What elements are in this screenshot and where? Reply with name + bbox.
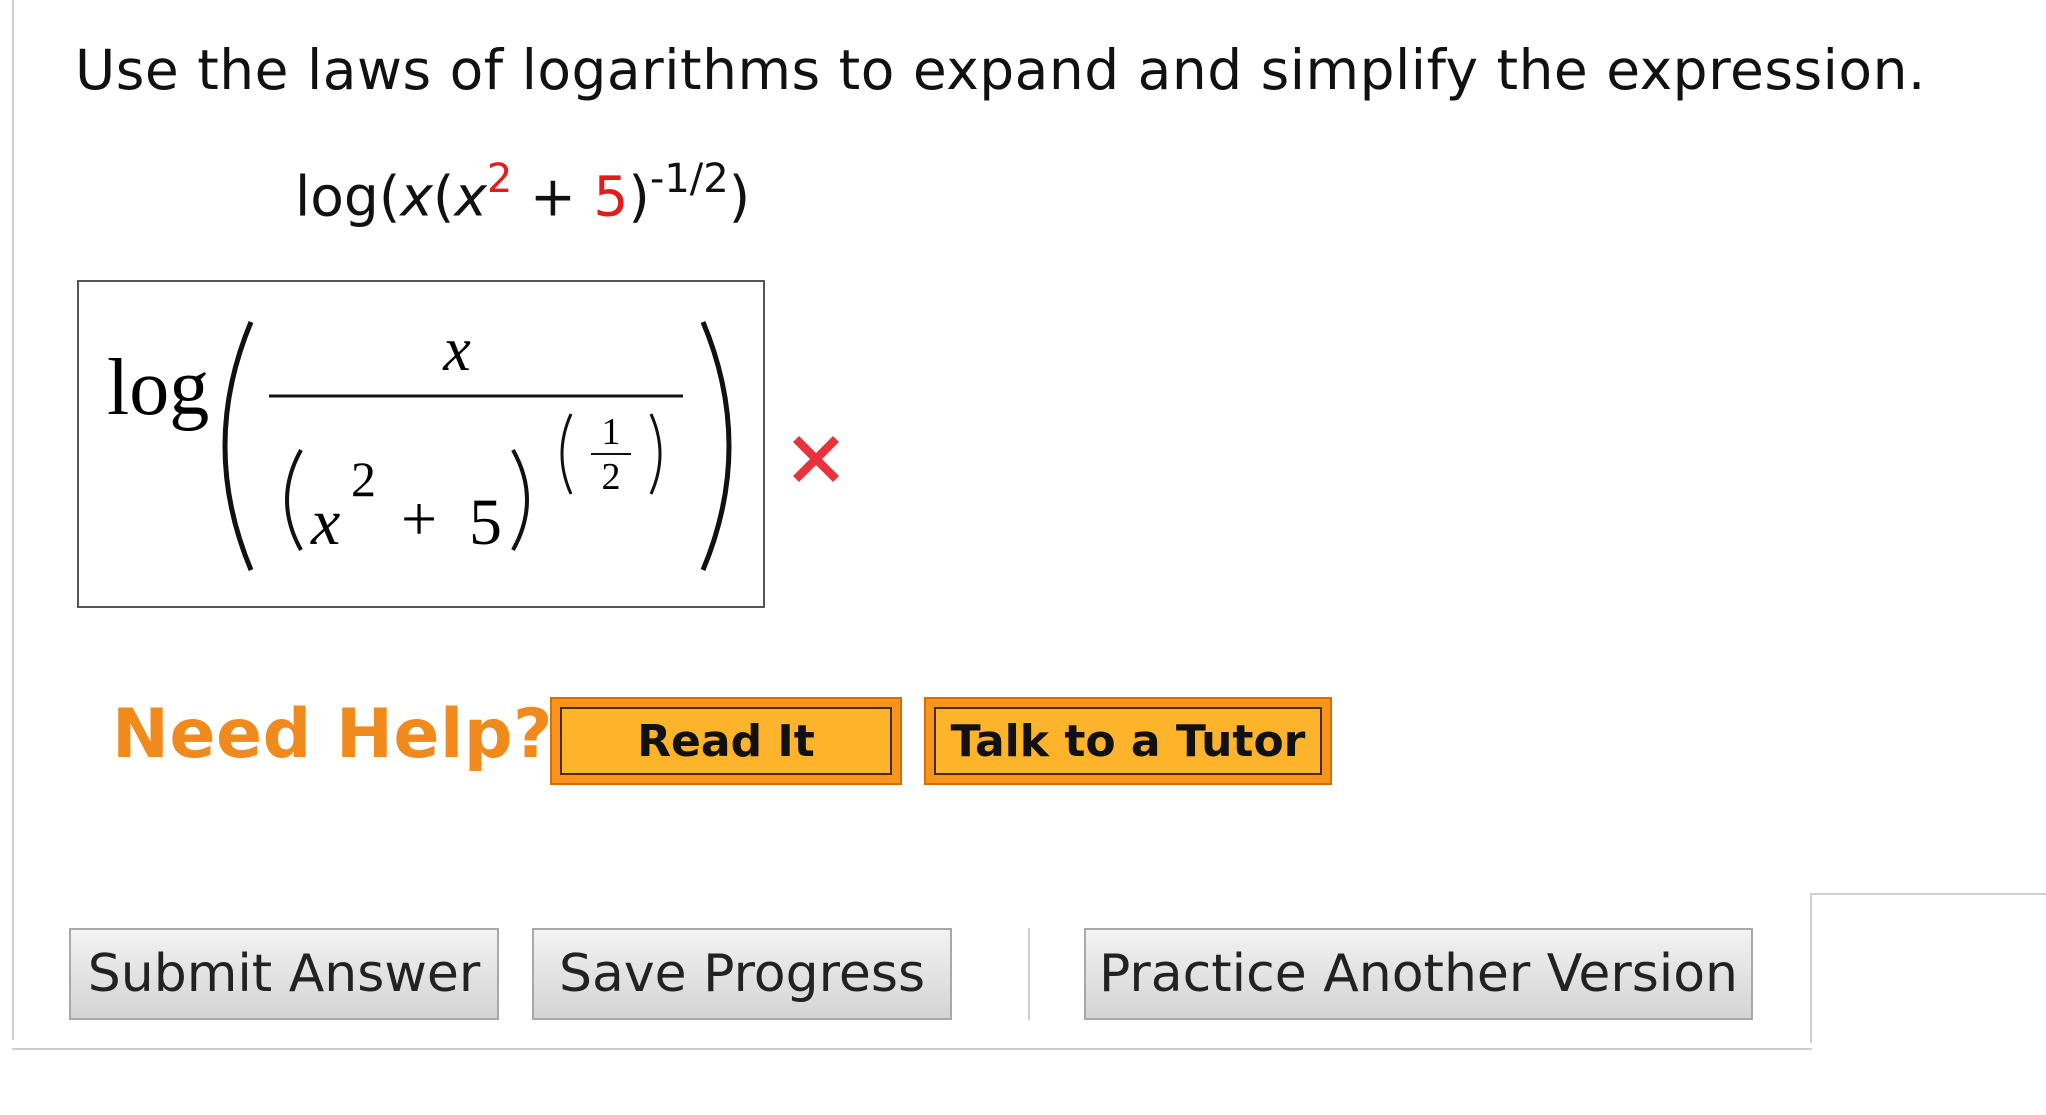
question-prompt: Use the laws of logarithms to expand and… (75, 38, 1926, 102)
expr-var-x: x (400, 164, 433, 229)
button-divider (1028, 928, 1030, 1020)
expr-constant: 5 (593, 164, 629, 229)
panel-border-left (12, 0, 14, 1040)
x-mark-icon (793, 436, 839, 482)
save-progress-button[interactable]: Save Progress (532, 928, 952, 1020)
panel-border-top-right (1810, 893, 2046, 895)
answer-numerator: x (442, 316, 471, 384)
expr-plus: + (512, 164, 594, 229)
expr-paren: ) (628, 164, 650, 229)
expr-var-x: x (454, 164, 487, 229)
denom-paren-right (511, 449, 529, 551)
denom-exponent: 2 (351, 451, 376, 507)
expr-func: log (295, 164, 379, 229)
big-paren-left (222, 321, 254, 571)
expr-paren: ( (378, 164, 401, 229)
exp-frac-den: 2 (602, 456, 621, 498)
need-help-label: Need Help? (112, 695, 553, 774)
submit-answer-button[interactable]: Submit Answer (69, 928, 499, 1020)
expr-paren: ) (728, 164, 751, 229)
exp-paren-left (560, 413, 573, 495)
denom-plus: + (401, 483, 437, 554)
practice-another-version-button[interactable]: Practice Another Version (1084, 928, 1753, 1020)
denom-paren-left (285, 449, 303, 551)
denom-var: x (310, 486, 340, 559)
answer-math: log x x 2 + 5 1 2 (107, 316, 732, 571)
panel-border-bottom (12, 1048, 1812, 1050)
exp-paren-right (649, 413, 662, 495)
expr-exponent: 2 (486, 156, 513, 202)
denom-const: 5 (469, 486, 502, 559)
talk-to-tutor-label: Talk to a Tutor (934, 707, 1322, 775)
exp-frac-num: 1 (602, 411, 621, 453)
expr-paren: ( (432, 164, 455, 229)
problem-expression: log(x(x2 + 5)-1/2) (295, 156, 751, 229)
answer-log: log (107, 344, 209, 432)
big-paren-right (700, 321, 732, 571)
read-it-label: Read It (560, 707, 892, 775)
answer-input-box[interactable]: log x x 2 + 5 1 2 (77, 280, 765, 608)
talk-to-tutor-button[interactable]: Talk to a Tutor (924, 697, 1332, 785)
expr-outer-exponent: -1/2 (649, 156, 729, 202)
read-it-button[interactable]: Read It (550, 697, 902, 785)
panel-border-right (1810, 895, 1812, 1043)
